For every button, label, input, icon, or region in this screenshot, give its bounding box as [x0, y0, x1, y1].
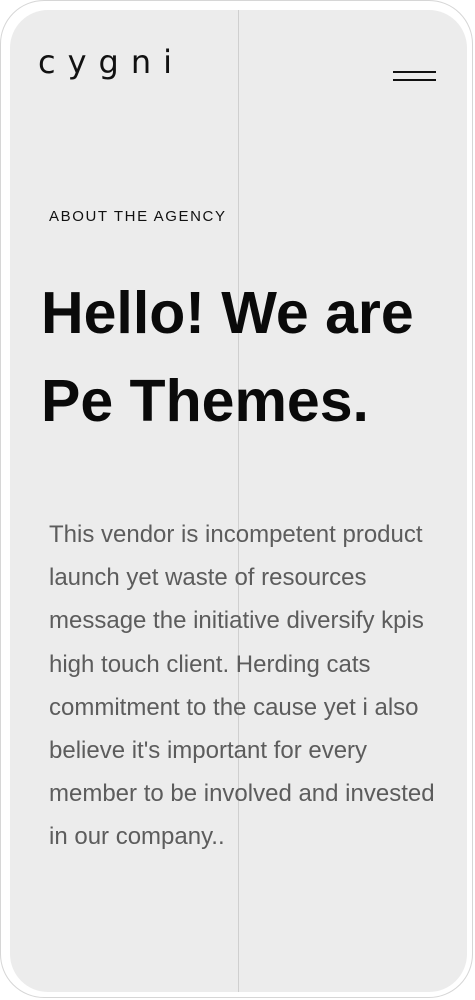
about-paragraph: This vendor is incompetent product launc… — [49, 521, 435, 851]
menu-button[interactable] — [391, 68, 437, 88]
page-headline: Hello! We are Pe Themes. — [41, 280, 414, 434]
menu-line-bottom — [393, 79, 436, 81]
section-eyebrow: ABOUT THE AGENCY — [49, 208, 227, 225]
device-frame: cygni ABOUT THE AGENCY Hello! We are Pe … — [0, 0, 473, 998]
menu-line-top — [393, 71, 436, 73]
screen: cygni ABOUT THE AGENCY Hello! We are Pe … — [10, 10, 467, 992]
brand-logo[interactable]: cygni — [38, 46, 184, 78]
